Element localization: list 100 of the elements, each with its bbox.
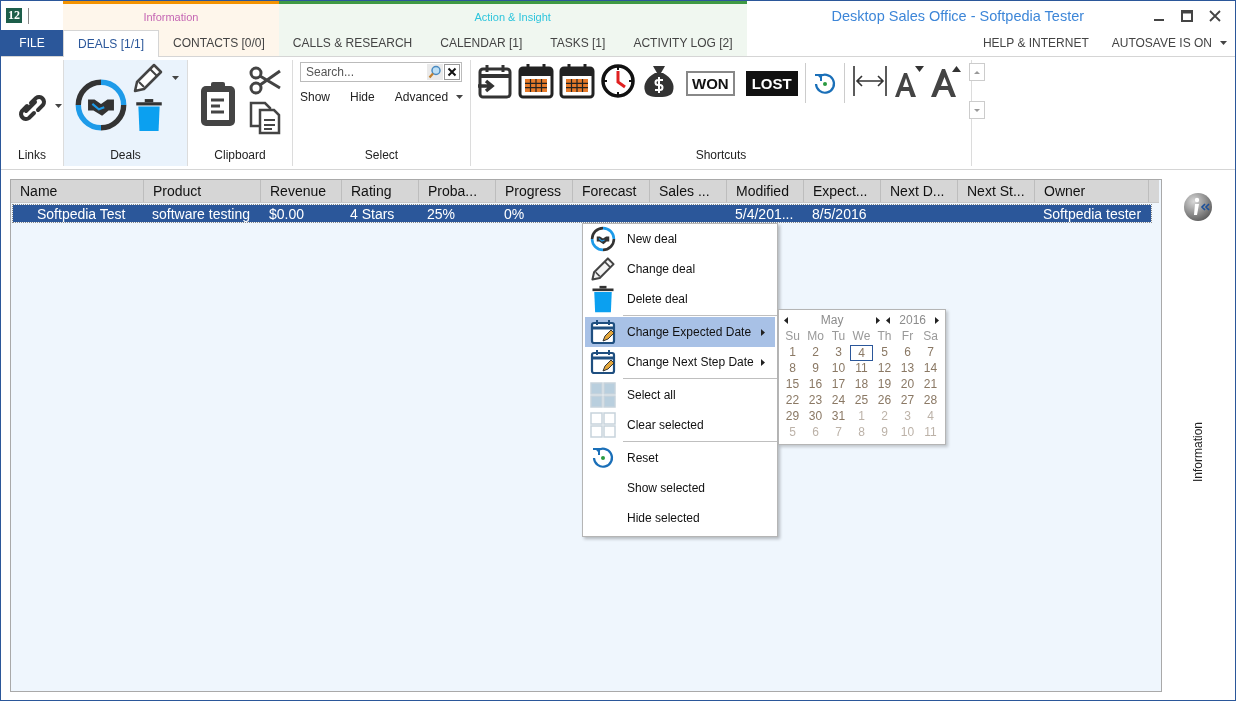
reset-icon[interactable] [591, 446, 615, 470]
caret-icon[interactable] [1220, 41, 1227, 45]
calendar-day[interactable]: 7 [919, 345, 942, 361]
font-larger-icon[interactable] [929, 63, 962, 99]
menu-item[interactable]: Hide selected [585, 503, 775, 533]
calendar-day[interactable]: 22 [781, 393, 804, 409]
column-header[interactable]: Revenue [261, 180, 342, 202]
calendar-day[interactable]: 10 [827, 361, 850, 377]
copy-icon[interactable] [248, 100, 282, 136]
panel-label[interactable]: Information [1191, 422, 1205, 483]
calendar-day[interactable]: 20 [896, 377, 919, 393]
menu-item[interactable]: Change deal [585, 254, 775, 284]
toolbar-button[interactable]: Hide [350, 90, 375, 104]
calendar-day[interactable]: 13 [896, 361, 919, 377]
calendar-day[interactable]: 25 [850, 393, 873, 409]
column-width-icon[interactable] [851, 63, 888, 99]
column-header[interactable]: Expect... [804, 180, 881, 202]
menu-link[interactable]: AUTOSAVE IS ON [1111, 36, 1212, 50]
calendar-day[interactable]: 4 [850, 345, 873, 361]
calendar-day[interactable]: 6 [896, 345, 919, 361]
calendar-icon[interactable] [559, 63, 595, 99]
calendar-day[interactable]: 28 [919, 393, 942, 409]
column-header[interactable]: Sales ... [650, 180, 727, 202]
handshake-icon[interactable] [590, 226, 616, 252]
calendar-day[interactable]: 9 [804, 361, 827, 377]
menu-item[interactable]: Change Expected Date [585, 317, 775, 347]
next-arrow-icon[interactable] [876, 316, 881, 324]
pencil-icon[interactable] [132, 62, 164, 94]
column-header[interactable]: Rating [342, 180, 419, 202]
calendar-day[interactable]: 29 [781, 409, 804, 425]
caret-icon[interactable] [456, 95, 464, 99]
month-label[interactable]: May [791, 313, 874, 327]
menu-item[interactable]: Change Next Step Date [585, 347, 775, 377]
calendar-pencil-icon[interactable] [590, 349, 616, 375]
clipboard-icon[interactable] [198, 80, 238, 128]
calendar-day[interactable]: 14 [919, 361, 942, 377]
pencil-icon[interactable] [590, 256, 616, 282]
font-smaller-icon[interactable] [892, 63, 925, 99]
calendar-day[interactable]: 17 [827, 377, 850, 393]
calendar-day[interactable]: 15 [781, 377, 804, 393]
file-tab[interactable]: FILE [1, 30, 63, 56]
clock-icon[interactable] [600, 63, 636, 99]
previous-arrow-icon[interactable] [886, 316, 891, 324]
menu-item[interactable]: Select all [585, 380, 775, 410]
calendar-enter-icon[interactable] [477, 63, 513, 99]
reset-icon[interactable] [812, 72, 837, 96]
calendar-day[interactable]: 11 [850, 361, 873, 377]
close-icon[interactable] [1209, 9, 1221, 22]
column-header[interactable]: Proba... [419, 180, 496, 202]
clear-icon[interactable] [444, 64, 460, 80]
calendar-day[interactable]: 8 [781, 361, 804, 377]
column-header[interactable]: Owner [1035, 180, 1149, 202]
status-button[interactable]: LOST [745, 71, 798, 96]
ribbon-tab[interactable]: CALLS & RESEARCH [278, 30, 427, 56]
menu-item[interactable]: Reset [585, 443, 775, 473]
next-arrow-icon[interactable] [935, 316, 939, 324]
column-header[interactable]: Product [144, 180, 261, 202]
calendar-day[interactable]: 16 [804, 377, 827, 393]
caret-icon[interactable] [172, 76, 179, 80]
menu-item[interactable]: New deal [585, 224, 775, 254]
menu-item[interactable]: Show selected [585, 473, 775, 503]
calendar-day[interactable]: 26 [873, 393, 896, 409]
calendar-day[interactable]: 18 [850, 377, 873, 393]
column-header[interactable]: Forecast [573, 180, 650, 202]
year-label[interactable]: 2016 [893, 313, 932, 327]
scissors-icon[interactable] [248, 64, 282, 96]
calendar-day[interactable]: 5 [873, 345, 896, 361]
calendar-icon[interactable] [518, 63, 554, 99]
calendar-day[interactable]: 30 [804, 409, 827, 425]
ribbon-tab[interactable]: ACTIVITY LOG [2] [619, 30, 747, 56]
menu-item[interactable]: Delete deal [585, 284, 775, 314]
column-header[interactable]: Modified [727, 180, 804, 202]
ribbon-tab[interactable]: DEALS [1/1] [63, 30, 160, 57]
table-row[interactable]: Softpedia Test software testing $0.00 4 Stars 25% 0% 5/4/201... 8/5/2016 Softpedia tester [13, 205, 1151, 222]
column-header[interactable]: Next D... [881, 180, 958, 202]
calendar-day[interactable]: 3 [827, 345, 850, 361]
column-header[interactable]: Name [11, 180, 144, 202]
calendar-day[interactable]: 27 [896, 393, 919, 409]
toolbar-button[interactable]: Advanced [394, 90, 449, 104]
caret-icon[interactable] [55, 104, 62, 108]
status-button[interactable]: WON [686, 71, 735, 96]
calendar-day[interactable]: 24 [827, 393, 850, 409]
ribbon-tab[interactable]: CONTACTS [0/0] [159, 30, 279, 56]
menu-link[interactable]: HELP & INTERNET [982, 36, 1089, 50]
calendar-day[interactable]: 1 [781, 345, 804, 361]
calendar-day[interactable]: 2 [804, 345, 827, 361]
ribbon-tab[interactable]: TASKS [1] [536, 30, 620, 56]
handshake-icon[interactable] [74, 78, 128, 132]
ribbon-tab[interactable]: CALENDAR [1] [426, 30, 537, 56]
money-bag-icon[interactable] [641, 63, 677, 99]
column-header[interactable]: Next St... [958, 180, 1035, 202]
calendar-day[interactable]: 12 [873, 361, 896, 377]
menu-item[interactable]: Clear selected [585, 410, 775, 440]
previous-arrow-icon[interactable] [784, 316, 788, 324]
column-header[interactable]: Progress [496, 180, 573, 202]
maximize-icon[interactable] [1181, 9, 1193, 22]
calendar-day[interactable]: 19 [873, 377, 896, 393]
info-icon[interactable] [1183, 192, 1213, 222]
calendar-day[interactable]: 23 [804, 393, 827, 409]
calendar-pencil-icon[interactable] [590, 319, 616, 345]
